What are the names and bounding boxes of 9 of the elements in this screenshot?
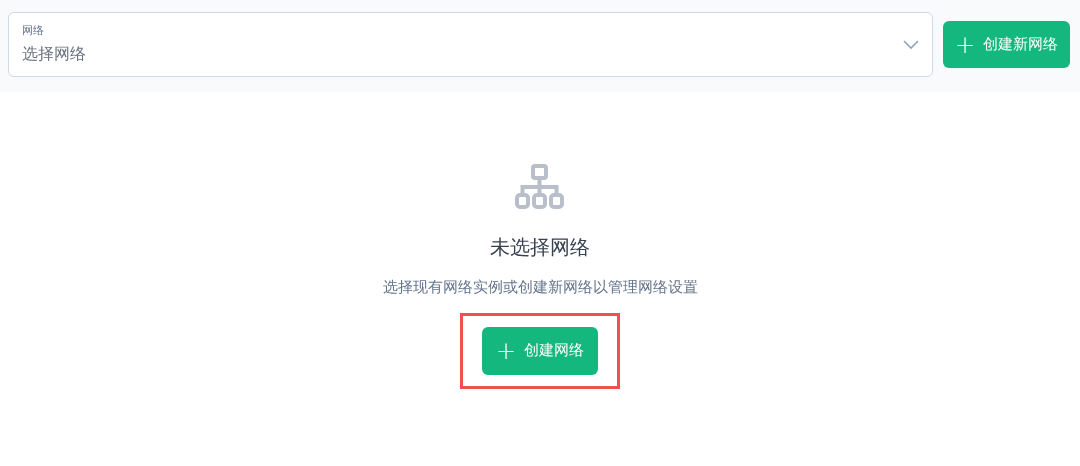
create-new-network-button[interactable]: + 创建新网络 [942, 21, 1070, 68]
network-icon [514, 164, 566, 210]
empty-state-description: 选择现有网络实例或创建新网络以管理网络设置 [382, 277, 698, 298]
select-placeholder: 选择网络 [22, 42, 87, 65]
network-select[interactable]: 网络 选择网络 [8, 12, 933, 77]
chevron-down-icon [902, 39, 919, 50]
create-network-button[interactable]: + 创建网络 [481, 326, 599, 375]
field-label: 网络 [22, 23, 45, 38]
empty-state-title: 未选择网络 [490, 234, 590, 261]
